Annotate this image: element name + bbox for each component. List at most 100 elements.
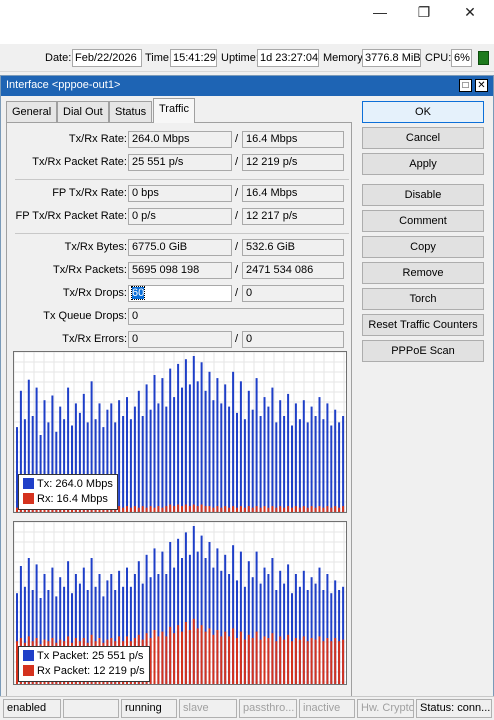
rx-bar <box>208 628 211 684</box>
tx-drops-field[interactable]: 60 <box>128 285 232 302</box>
maximize-dialog-icon[interactable]: □ <box>459 79 472 92</box>
rx-bar <box>287 506 290 512</box>
tx-bar <box>126 397 128 512</box>
rx-bar <box>275 641 278 684</box>
rx-bar <box>184 622 187 684</box>
status-empty <box>63 699 119 718</box>
rx-bar <box>236 507 238 512</box>
rx-bar <box>287 634 290 684</box>
txrx-bytes-label: Tx/Rx Bytes: <box>64 241 127 253</box>
rx-bar <box>342 506 345 512</box>
rx-bar <box>342 639 345 684</box>
tx-packet-swatch <box>23 650 34 661</box>
tx-bar <box>236 412 238 512</box>
tx-bar <box>243 419 246 512</box>
tx-bar <box>247 390 250 512</box>
rx-errors-field: 0 <box>242 331 344 348</box>
rx-swatch <box>23 493 34 504</box>
tab-status[interactable]: Status <box>109 101 153 122</box>
rx-bar <box>169 626 172 684</box>
rx-bar <box>322 507 325 512</box>
tx-bar <box>118 400 121 512</box>
time-label: Time: <box>145 52 173 64</box>
comment-button[interactable]: Comment <box>362 210 484 232</box>
tx-bar <box>161 378 164 512</box>
rx-bar <box>149 506 152 512</box>
tx-bar <box>184 359 187 512</box>
rx-drops-field: 0 <box>242 285 344 302</box>
reset-traffic-counters-button[interactable]: Reset Traffic Counters <box>362 314 484 336</box>
cpu-meter <box>478 51 489 65</box>
tx-bar <box>181 387 183 512</box>
tx-bar <box>177 363 180 512</box>
tx-bar <box>291 425 293 512</box>
rx-bar <box>338 507 341 512</box>
legend-rx-packet-text: Rx Packet: 12 219 p/s <box>37 665 145 677</box>
rx-bar <box>259 507 262 512</box>
rx-bar <box>306 641 309 684</box>
tx-bar <box>200 362 203 512</box>
tx-bar <box>157 403 160 512</box>
tx-bar <box>173 397 176 512</box>
rx-bar <box>204 631 207 684</box>
cancel-button[interactable]: Cancel <box>362 127 484 149</box>
torch-button[interactable]: Torch <box>362 288 484 310</box>
close-icon[interactable]: ✕ <box>456 2 484 22</box>
tx-bar <box>149 409 152 512</box>
fp-rx-rate-field: 16.4 Mbps <box>242 185 344 202</box>
dialog-status-bar: enabled running slave passthro... inacti… <box>0 696 494 720</box>
tx-bar <box>165 406 168 512</box>
legend-rx-text: Rx: 16.4 Mbps <box>37 493 108 505</box>
uptime-value: 1d 23:27:04 <box>257 49 319 67</box>
tx-bar <box>145 384 148 512</box>
rx-bar <box>239 631 242 684</box>
status-running: running <box>121 699 177 718</box>
rx-bar <box>283 507 286 512</box>
traffic-rate-legend: Tx: 264.0 Mbps Rx: 16.4 Mbps <box>18 474 118 510</box>
tx-bar <box>334 409 337 512</box>
rx-packets-field: 2471 534 086 <box>242 262 344 279</box>
apply-button[interactable]: Apply <box>362 153 484 175</box>
remove-button[interactable]: Remove <box>362 262 484 284</box>
tx-errors-field: 0 <box>128 331 232 348</box>
tx-bar <box>259 416 262 512</box>
rx-bar <box>184 504 187 512</box>
tx-bar <box>283 416 286 512</box>
disable-button[interactable]: Disable <box>362 184 484 206</box>
tx-bar <box>306 422 309 512</box>
tx-bar <box>196 381 199 512</box>
minimize-icon[interactable]: — <box>366 2 394 22</box>
packet-rate-legend: Tx Packet: 25 551 p/s Rx Packet: 12 219 … <box>18 646 150 682</box>
txrx-packets-label: Tx/Rx Packets: <box>53 264 127 276</box>
tx-bar <box>129 419 132 512</box>
copy-button[interactable]: Copy <box>362 236 484 258</box>
rx-bar <box>224 506 227 512</box>
close-dialog-icon[interactable]: ✕ <box>475 79 488 92</box>
tab-general[interactable]: General <box>6 101 58 122</box>
tx-bar <box>212 400 215 512</box>
legend-rx-packet-row: Rx Packet: 12 219 p/s <box>23 664 145 679</box>
rx-bar <box>212 634 215 684</box>
rx-bar <box>330 507 333 512</box>
date-label: Date: <box>45 52 72 64</box>
tx-swatch <box>23 478 34 489</box>
tab-dial-out[interactable]: Dial Out <box>57 101 109 122</box>
rx-bar <box>200 504 203 512</box>
rx-bar <box>314 507 317 512</box>
slash-separator: / <box>235 241 239 253</box>
pppoe-scan-button[interactable]: PPPoE Scan <box>362 340 484 362</box>
tx-bytes-field: 6775.0 GiB <box>128 239 232 256</box>
rx-bar <box>165 636 168 684</box>
rx-bar <box>267 638 270 684</box>
tx-bar <box>137 390 140 512</box>
legend-tx-packet-row: Tx Packet: 25 551 p/s <box>23 649 145 664</box>
tab-traffic[interactable]: Traffic <box>153 98 195 123</box>
rx-bar <box>334 506 337 512</box>
restore-icon[interactable]: ❐ <box>410 2 438 22</box>
rx-bar <box>251 507 254 512</box>
tx-queue-drops-label: Tx Queue Drops: <box>43 310 127 322</box>
tx-bar <box>310 406 313 512</box>
tx-bar <box>122 416 125 512</box>
ok-button[interactable]: OK <box>362 101 484 123</box>
rx-bar <box>243 639 246 684</box>
